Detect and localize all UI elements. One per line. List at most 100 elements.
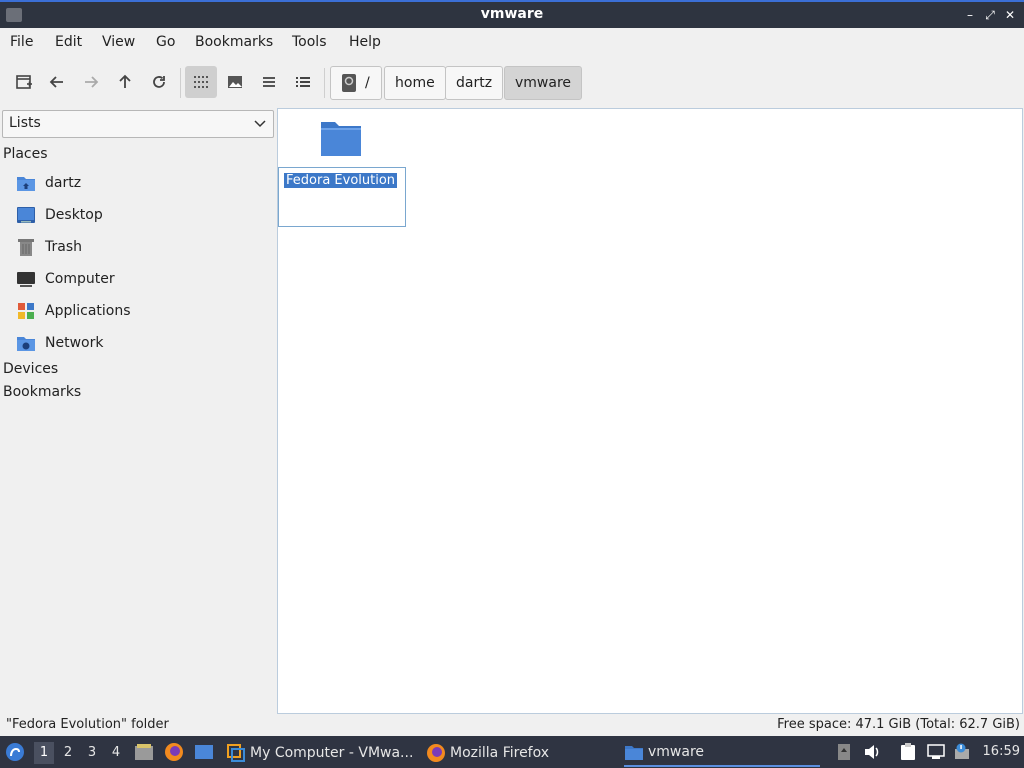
- sidebar-item-label: Applications: [45, 303, 131, 319]
- file-name: Fedora Evolution: [284, 173, 398, 188]
- launcher-files[interactable]: [134, 742, 154, 762]
- tray-volume[interactable]: [862, 742, 882, 762]
- breadcrumb-root-label: /: [365, 75, 370, 91]
- compact-view-button[interactable]: [253, 66, 285, 98]
- thumbnail-view-button[interactable]: [219, 66, 251, 98]
- image-icon: [228, 76, 242, 88]
- menu-help[interactable]: Help: [349, 34, 381, 50]
- toolbar: / home dartz vmware: [0, 60, 1024, 106]
- task-label: Mozilla Firefox: [450, 745, 550, 761]
- new-tab-icon: [16, 75, 32, 89]
- file-label-box: Fedora Evolution: [278, 167, 406, 227]
- workspace-1[interactable]: 1: [34, 742, 54, 764]
- task-firefox[interactable]: Mozilla Firefox: [426, 739, 616, 767]
- show-desktop-icon: [195, 745, 213, 759]
- statusbar: "Fedora Evolution" folder Free space: 47…: [0, 714, 1024, 736]
- workspace-4[interactable]: 4: [106, 742, 126, 764]
- sidebar-item-network[interactable]: Network: [16, 331, 103, 355]
- grid-icon: [194, 76, 208, 88]
- menu-go[interactable]: Go: [156, 34, 175, 50]
- task-label: vmware: [648, 744, 705, 760]
- menu-file[interactable]: File: [10, 34, 33, 50]
- network-wired-icon: [927, 744, 945, 759]
- task-label: My Computer - VMwa...: [250, 745, 414, 761]
- sidebar: Lists Places dartz Desktop Trash Compute…: [0, 108, 276, 714]
- bookmarks-header[interactable]: Bookmarks: [3, 384, 81, 400]
- arrow-right-icon: [85, 76, 99, 88]
- sidebar-item-applications[interactable]: Applications: [16, 299, 131, 323]
- menubar: File Edit View Go Bookmarks Tools Help: [0, 28, 1024, 58]
- trash-icon: [16, 237, 36, 257]
- sidebar-item-dartz[interactable]: dartz: [16, 171, 81, 195]
- sidebar-mode-value: Lists: [9, 115, 41, 131]
- sidebar-item-label: dartz: [45, 175, 82, 191]
- menu-tools[interactable]: Tools: [292, 34, 327, 50]
- launcher-firefox[interactable]: [164, 742, 184, 762]
- desktop-icon: [16, 205, 36, 225]
- places-header[interactable]: Places: [3, 146, 48, 162]
- new-tab-button[interactable]: [8, 66, 40, 98]
- list-icon: [263, 77, 275, 87]
- breadcrumb-home[interactable]: home: [384, 66, 446, 100]
- tray-updates[interactable]: [952, 742, 972, 762]
- launcher-desktop[interactable]: [194, 742, 214, 762]
- breadcrumb-label: home: [395, 75, 435, 91]
- folder-icon: [624, 742, 644, 762]
- detailed-list-icon: [296, 77, 310, 87]
- sidebar-item-trash[interactable]: Trash: [16, 235, 82, 259]
- arrow-up-icon: [119, 74, 131, 88]
- tray-clipboard[interactable]: [898, 742, 918, 762]
- file-view[interactable]: Fedora Evolution: [277, 108, 1023, 714]
- vmware-icon: [226, 743, 246, 763]
- sidebar-item-desktop[interactable]: Desktop: [16, 203, 103, 227]
- reload-button[interactable]: [143, 66, 175, 98]
- taskbar: 1 2 3 4 My Computer - VMwa... Mozilla Fi…: [0, 736, 1024, 768]
- arrow-left-icon: [49, 76, 63, 88]
- firefox-icon: [426, 743, 446, 763]
- chevron-down-icon: [254, 120, 266, 128]
- tray-removable-drive[interactable]: [834, 742, 854, 762]
- breadcrumb-root[interactable]: /: [330, 66, 382, 100]
- status-selection: "Fedora Evolution" folder: [6, 717, 169, 732]
- workspace-3[interactable]: 3: [82, 742, 102, 764]
- sidebar-item-label: Trash: [45, 239, 82, 255]
- clipboard-icon: [901, 743, 915, 760]
- task-vmware-player[interactable]: My Computer - VMwa...: [226, 739, 416, 767]
- network-icon: [16, 333, 36, 353]
- toolbar-separator: [180, 68, 181, 98]
- forward-button[interactable]: [75, 66, 107, 98]
- back-button[interactable]: [41, 66, 73, 98]
- tray-network[interactable]: [926, 742, 946, 762]
- reload-icon: [153, 76, 165, 88]
- sidebar-item-label: Computer: [45, 271, 115, 287]
- menu-bookmarks[interactable]: Bookmarks: [195, 34, 273, 50]
- task-file-manager[interactable]: vmware: [624, 739, 820, 767]
- file-item-folder[interactable]: Fedora Evolution: [278, 117, 406, 227]
- file-manager-icon: [135, 744, 153, 760]
- sidebar-item-computer[interactable]: Computer: [16, 267, 115, 291]
- workspace-2[interactable]: 2: [58, 742, 78, 764]
- minimize-button[interactable]: –: [962, 6, 978, 24]
- update-notification-icon: [955, 743, 969, 759]
- breadcrumb-vmware[interactable]: vmware: [504, 66, 583, 100]
- breadcrumb-label: vmware: [515, 75, 572, 91]
- computer-icon: [16, 269, 36, 289]
- up-button[interactable]: [109, 66, 141, 98]
- start-menu-button[interactable]: [4, 741, 26, 763]
- maximize-button[interactable]: ⤢: [982, 6, 998, 24]
- status-free-space: Free space: 47.1 GiB (Total: 62.7 GiB): [777, 717, 1020, 732]
- folder-icon: [321, 122, 361, 156]
- breadcrumb-dartz[interactable]: dartz: [445, 66, 504, 100]
- close-button[interactable]: ✕: [1002, 6, 1018, 24]
- menu-view[interactable]: View: [102, 34, 135, 50]
- window-titlebar[interactable]: vmware – ⤢ ✕: [0, 0, 1024, 28]
- sidebar-mode-select[interactable]: Lists: [2, 110, 274, 138]
- menu-edit[interactable]: Edit: [55, 34, 82, 50]
- taskbar-clock[interactable]: 16:59: [983, 744, 1020, 759]
- detailed-view-button[interactable]: [287, 66, 319, 98]
- drive-icon: [342, 74, 356, 92]
- icon-view-button[interactable]: [185, 66, 217, 98]
- devices-header[interactable]: Devices: [3, 361, 58, 377]
- home-folder-icon: [16, 173, 36, 193]
- firefox-icon: [165, 743, 183, 761]
